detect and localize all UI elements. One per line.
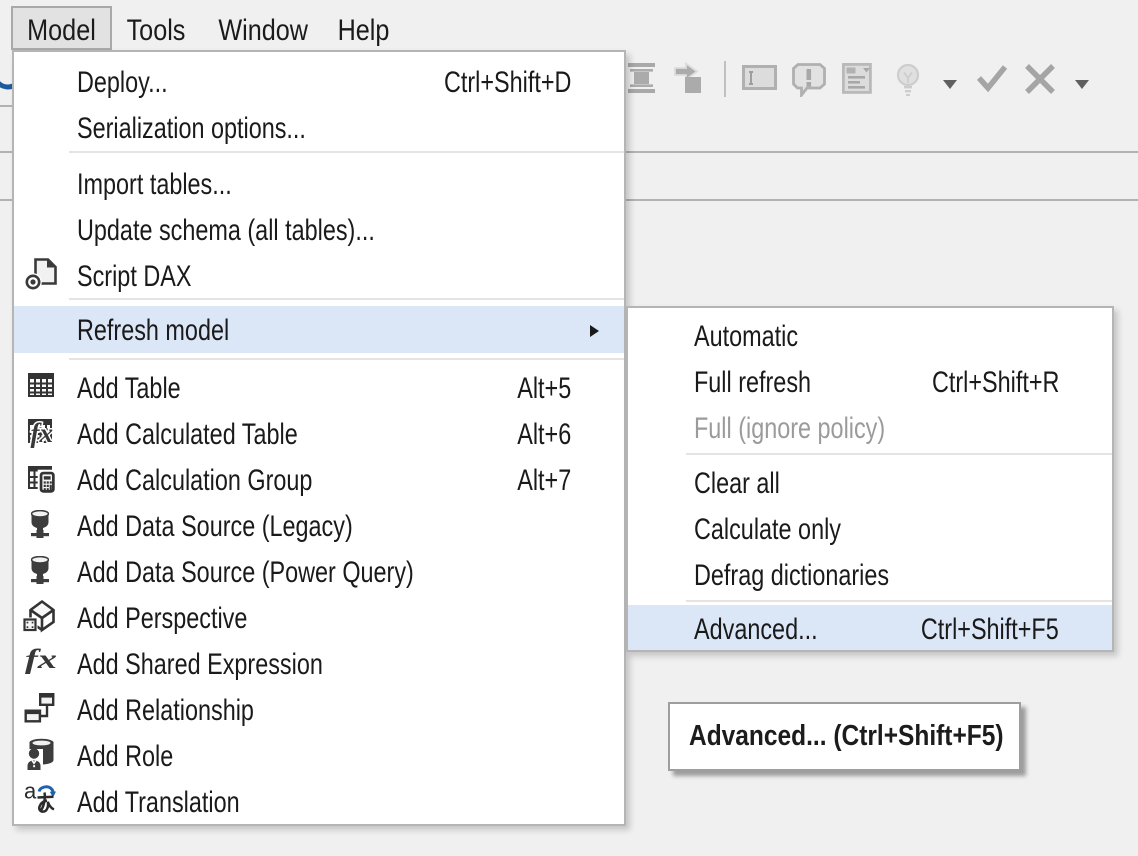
svg-text:a: a <box>24 783 37 804</box>
svg-text:fx: fx <box>31 418 54 448</box>
